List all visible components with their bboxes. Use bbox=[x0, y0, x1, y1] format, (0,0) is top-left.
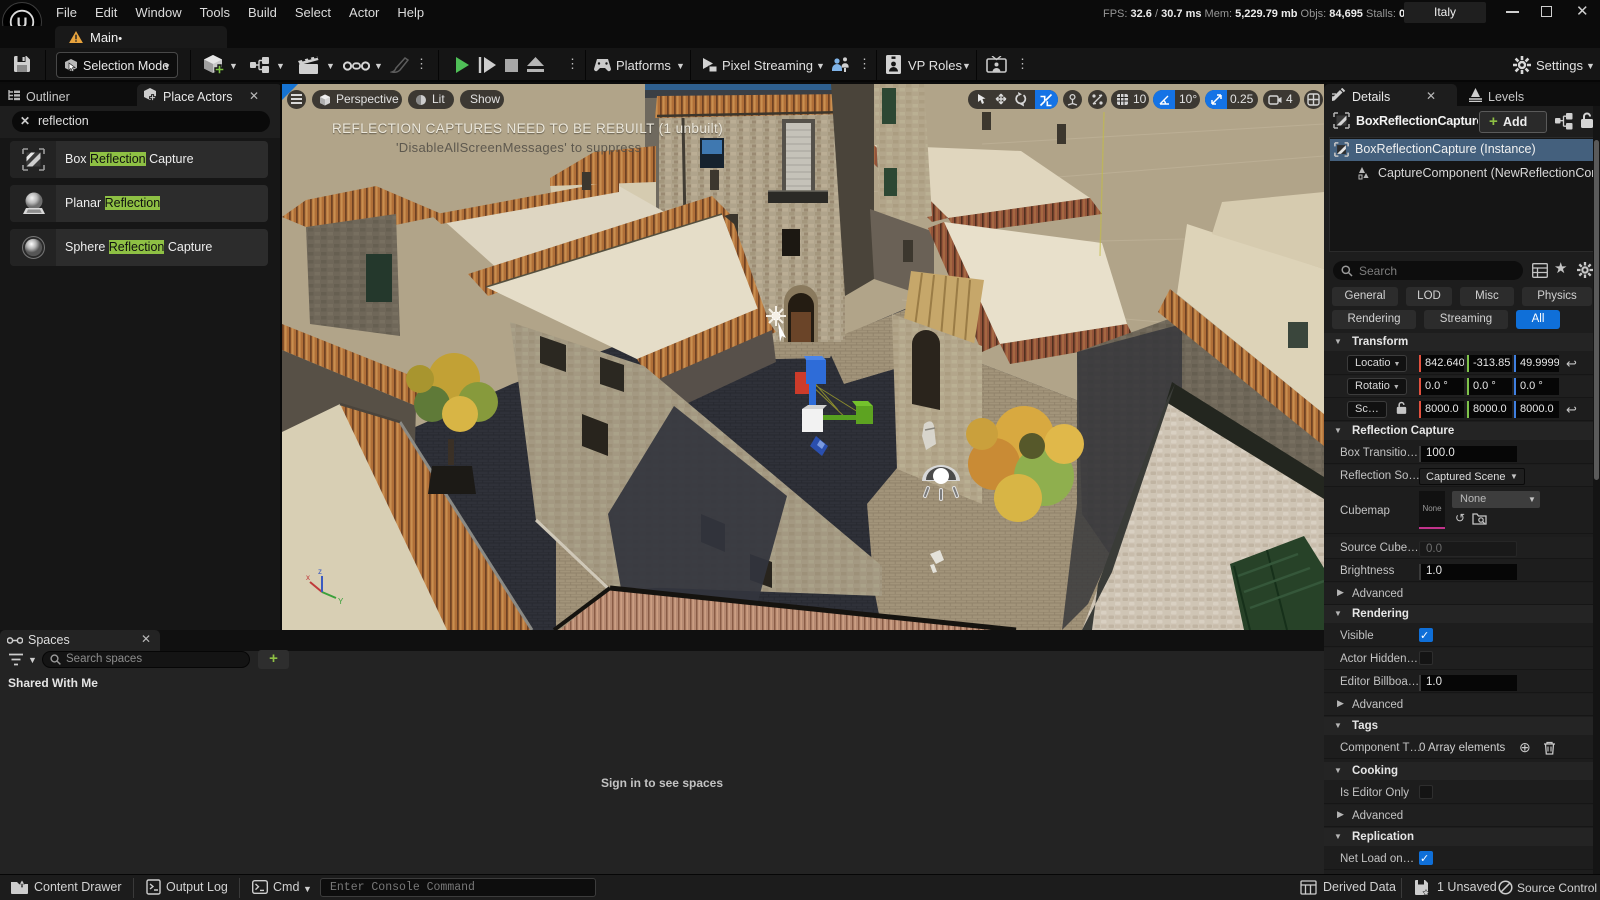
svg-text:Y: Y bbox=[338, 597, 344, 606]
svg-text:x: x bbox=[306, 573, 310, 582]
svg-text:z: z bbox=[318, 567, 322, 576]
